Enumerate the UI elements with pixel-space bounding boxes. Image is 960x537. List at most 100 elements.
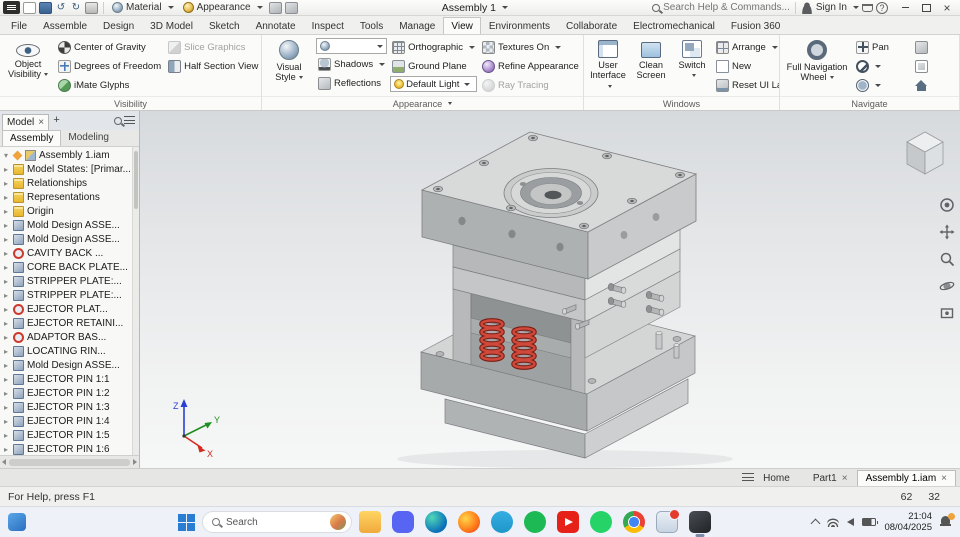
battery-icon[interactable] [862, 518, 879, 526]
reflections-button[interactable]: Reflections [316, 74, 387, 92]
scrollbar-thumb[interactable] [9, 458, 130, 466]
tree-expander[interactable]: ▸ [2, 417, 10, 426]
tree-item[interactable]: ▸ EJECTOR PIN 1:3 [2, 400, 131, 414]
lighting-style-combo[interactable]: Default Light [390, 76, 478, 92]
full-navigation-wheel-button[interactable]: Full Navigation Wheel [783, 37, 851, 94]
browser-menu-icon[interactable] [123, 116, 135, 125]
tree-item[interactable]: ▸ EJECTOR PLAT... [2, 302, 131, 316]
tree-item[interactable]: ▸ EJECTOR PIN 1:1 [2, 372, 131, 386]
close-button[interactable] [937, 1, 957, 15]
browser-search-icon[interactable] [113, 116, 122, 125]
mold-assembly-3d-model[interactable] [140, 111, 960, 468]
document-title-caret-icon[interactable] [501, 6, 508, 9]
switch-windows-button[interactable]: Switch [673, 37, 711, 94]
tree-expander[interactable]: ▸ [2, 431, 10, 440]
tree-item[interactable]: ▸ Mold Design ASSE... [2, 358, 131, 372]
file-explorer-icon[interactable] [359, 511, 381, 533]
tree-expander[interactable]: ▸ [2, 305, 10, 314]
ribbon-tab[interactable]: Annotate [248, 17, 304, 34]
telegram-icon[interactable] [491, 511, 513, 533]
tree-expander[interactable]: ▸ [2, 193, 10, 202]
ribbon-tab[interactable]: Manage [391, 17, 443, 34]
app-store-icon[interactable] [862, 3, 873, 12]
ribbon-tab[interactable]: Environments [481, 17, 558, 34]
tree-item[interactable]: ▸ Model States: [Primar... [2, 162, 131, 176]
tree-expander[interactable]: ▸ [2, 361, 10, 370]
tree-expander[interactable]: ▸ [2, 207, 10, 216]
tree-expander[interactable]: ▸ [2, 347, 10, 356]
document-tab-menu-icon[interactable] [742, 473, 755, 482]
tree-expander[interactable]: ▸ [2, 333, 10, 342]
look-at-button[interactable] [913, 57, 939, 75]
volume-icon[interactable] [847, 518, 855, 526]
zoom-icon[interactable] [939, 251, 955, 267]
ground-plane-button[interactable]: Ground Plane [390, 57, 477, 75]
ribbon-tab[interactable]: Assemble [35, 17, 95, 34]
ribbon-tab[interactable]: 3D Model [142, 17, 201, 34]
tree-expander[interactable]: ▸ [2, 277, 10, 286]
taskbar-search[interactable]: Search [202, 511, 352, 533]
new-file-icon[interactable] [23, 1, 36, 14]
adjust-icon[interactable] [268, 1, 282, 14]
orbit-icon[interactable] [939, 278, 955, 294]
wifi-icon[interactable] [827, 517, 840, 527]
shadows-button[interactable]: Shadows [316, 55, 387, 73]
ribbon-tab[interactable]: Tools [352, 17, 391, 34]
material-combo[interactable]: Material [109, 1, 177, 15]
tree-expander[interactable]: ▸ [2, 389, 10, 398]
imate-glyphs-button[interactable]: iMate Glyphs [56, 76, 163, 94]
tree-item[interactable]: ▸ Mold Design ASSE... [2, 232, 131, 246]
add-browser-tab-button[interactable] [51, 115, 62, 126]
ribbon-tab[interactable]: Electromechanical [625, 17, 723, 34]
edge-icon[interactable] [425, 511, 447, 533]
visual-presets-combo[interactable] [316, 38, 388, 54]
document-tab[interactable]: Part1 × [804, 470, 857, 486]
arrange-button[interactable]: Arrange [714, 38, 779, 56]
notification-bell-icon[interactable] [940, 513, 955, 528]
tree-expander[interactable]: ▸ [2, 165, 10, 174]
document-tab[interactable]: Home [754, 470, 804, 486]
user-interface-button[interactable]: User Interface [587, 37, 629, 94]
help-search-input[interactable]: Search Help & Commands... [663, 2, 790, 13]
redo-icon[interactable]: ↻ [70, 2, 82, 14]
tree-expander[interactable]: ▸ [2, 291, 10, 300]
textures-on-button[interactable]: Textures On [480, 38, 581, 56]
half-section-view-button[interactable]: Half Section View [166, 57, 261, 75]
graphics-viewport[interactable]: Z Y X [139, 111, 960, 468]
widgets-icon[interactable] [8, 513, 26, 531]
whatsapp-icon[interactable] [590, 511, 612, 533]
measure-icon[interactable] [284, 1, 298, 14]
ribbon-tab[interactable]: Sketch [201, 17, 248, 34]
center-of-gravity-button[interactable]: Center of Gravity [56, 38, 163, 56]
maximize-button[interactable] [916, 1, 936, 15]
pan-icon[interactable] [939, 224, 955, 240]
navigate-group-label[interactable]: Navigate [780, 96, 959, 110]
mail-icon[interactable] [656, 509, 680, 533]
tree-expander[interactable]: ▸ [2, 445, 10, 454]
appearance-combo[interactable]: Appearance [180, 1, 266, 15]
tree-item[interactable]: ▸ EJECTOR PIN 1:6 [2, 442, 131, 455]
tree-expander[interactable]: ▸ [2, 263, 10, 272]
tree-expander[interactable]: ▸ [2, 403, 10, 412]
ribbon-tab[interactable]: Inspect [304, 17, 352, 34]
tree-expander[interactable]: ▾ [2, 151, 10, 160]
tree-item[interactable]: ▸ ADAPTOR BAS... [2, 330, 131, 344]
tree-item[interactable]: ▸ EJECTOR RETAINI... [2, 316, 131, 330]
inventor-icon[interactable] [689, 511, 711, 533]
visibility-group-label[interactable]: Visibility [0, 96, 261, 110]
save-icon[interactable] [39, 1, 52, 14]
orthographic-button[interactable]: Orthographic [390, 38, 477, 56]
scroll-right-icon[interactable] [132, 459, 137, 465]
tree-item[interactable]: ▸ LOCATING RIN... [2, 344, 131, 358]
start-button[interactable] [178, 513, 195, 531]
clean-screen-button[interactable]: Clean Screen [632, 37, 670, 94]
scrollbar-thumb[interactable] [133, 151, 138, 209]
tree-expander[interactable]: ▸ [2, 319, 10, 328]
tree-item[interactable]: ▸ CORE BACK PLATE... [2, 260, 131, 274]
tree-expander[interactable]: ▸ [2, 221, 10, 230]
tree-root-item[interactable]: ▾ Assembly 1.iam [2, 148, 131, 162]
tray-chevron-icon[interactable] [811, 518, 821, 529]
subtab-modeling[interactable]: Modeling [61, 130, 116, 146]
sign-in-button[interactable]: Sign In [816, 2, 847, 13]
tree-item[interactable]: ▸ CAVITY BACK ... [2, 246, 131, 260]
